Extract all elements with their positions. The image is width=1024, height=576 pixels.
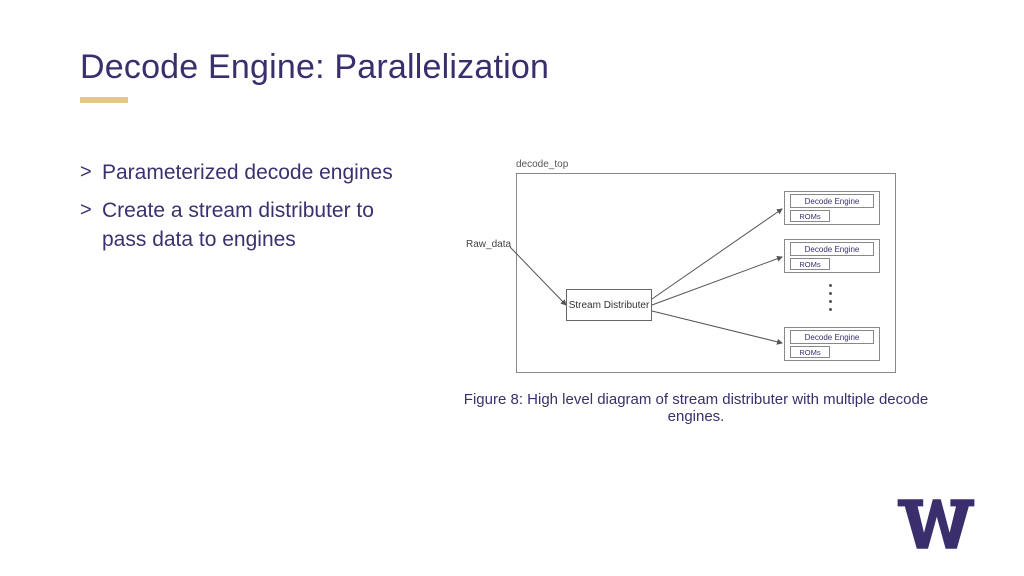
diagram: decode_top Raw_data Stream Distributer	[470, 159, 900, 379]
bullet-item: Parameterized decode engines	[80, 159, 416, 187]
roms-label: ROMs	[790, 210, 830, 222]
slide-title: Decode Engine: Parallelization	[80, 48, 952, 87]
roms-label: ROMs	[790, 346, 830, 358]
bullet-item: Create a stream distributer to pass data…	[80, 197, 416, 254]
slide: Decode Engine: Parallelization Parameter…	[0, 0, 1024, 576]
input-label: Raw_data	[466, 239, 511, 250]
figure-caption: Figure 8: High level diagram of stream d…	[440, 391, 952, 425]
ellipsis-dots	[828, 279, 832, 323]
uw-logo-icon	[896, 496, 976, 552]
figure: decode_top Raw_data Stream Distributer	[440, 159, 952, 425]
decode-engine-label: Decode Engine	[790, 330, 874, 344]
decode-engine-group: Decode Engine ROMs	[784, 239, 880, 273]
decode-engine-label: Decode Engine	[790, 242, 874, 256]
bullet-list: Parameterized decode engines Create a st…	[80, 159, 440, 425]
accent-bar	[80, 97, 128, 103]
diagram-container-label: decode_top	[516, 159, 568, 170]
decode-engine-label: Decode Engine	[790, 194, 874, 208]
stream-distributor-box: Stream Distributer	[566, 289, 652, 321]
roms-label: ROMs	[790, 258, 830, 270]
decode-engine-group: Decode Engine ROMs	[784, 327, 880, 361]
decode-engine-group: Decode Engine ROMs	[784, 191, 880, 225]
content-row: Parameterized decode engines Create a st…	[80, 159, 952, 425]
